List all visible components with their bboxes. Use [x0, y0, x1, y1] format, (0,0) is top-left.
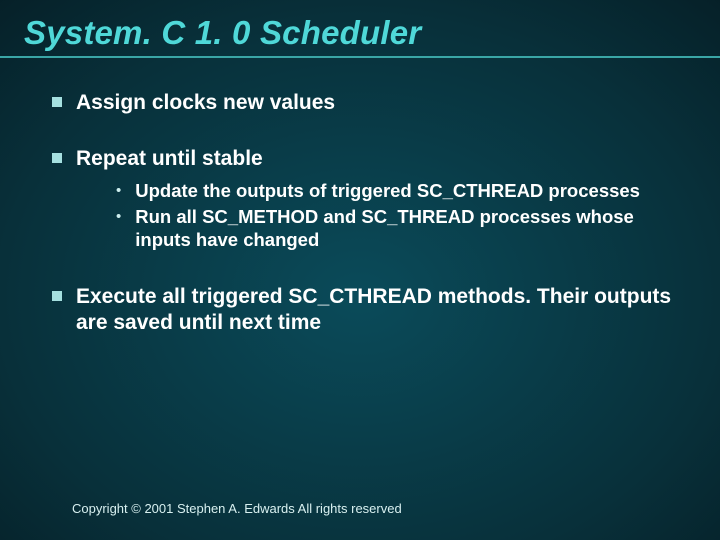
sub-bullets: • Update the outputs of triggered SC_CTH…	[116, 179, 680, 252]
bullet-level1: Execute all triggered SC_CTHREAD methods…	[52, 284, 680, 337]
sub-bullet-text: Update the outputs of triggered SC_CTHRE…	[135, 179, 640, 203]
bullet-level1: Assign clocks new values	[52, 90, 680, 116]
title-area: System. C 1. 0 Scheduler	[0, 0, 720, 52]
square-bullet-icon	[52, 97, 62, 107]
dot-bullet-icon: •	[116, 179, 121, 203]
square-bullet-icon	[52, 291, 62, 301]
copyright-footer: Copyright © 2001 Stephen A. Edwards All …	[72, 501, 402, 516]
bullet-level1: Repeat until stable • Update the outputs…	[52, 146, 680, 254]
title-underline	[0, 56, 720, 58]
bullet-level2: • Run all SC_METHOD and SC_THREAD proces…	[116, 205, 680, 252]
bullet-level2: • Update the outputs of triggered SC_CTH…	[116, 179, 680, 203]
sub-bullet-text: Run all SC_METHOD and SC_THREAD processe…	[135, 205, 680, 252]
bullet-text: Repeat until stable	[76, 146, 680, 172]
content-area: Assign clocks new values Repeat until st…	[0, 52, 720, 336]
square-bullet-icon	[52, 153, 62, 163]
dot-bullet-icon: •	[116, 205, 121, 229]
bullet-text: Execute all triggered SC_CTHREAD methods…	[76, 284, 680, 337]
slide-title: System. C 1. 0 Scheduler	[24, 14, 720, 52]
bullet-text: Assign clocks new values	[76, 90, 335, 116]
